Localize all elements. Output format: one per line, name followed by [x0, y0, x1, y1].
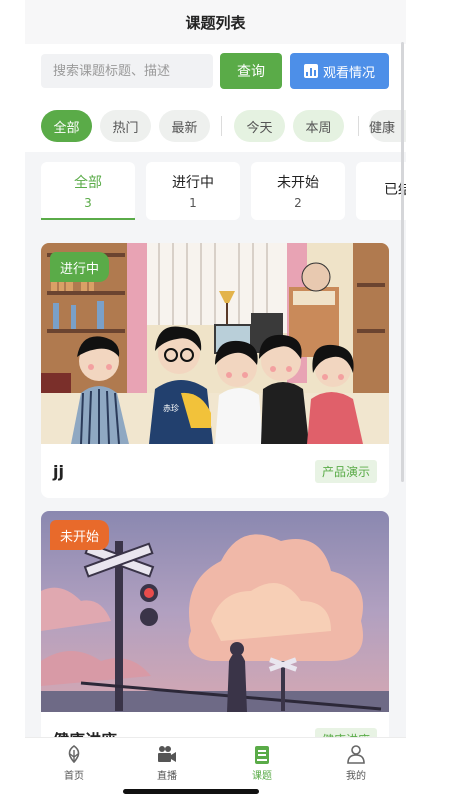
- filter-chip-hot[interactable]: 热门: [100, 110, 151, 142]
- illustration-railway-crossing-sunset: 未开始: [41, 511, 389, 712]
- status-badge: 未开始: [50, 520, 110, 550]
- card-title: jj: [53, 461, 64, 481]
- tab-label: 全部: [74, 175, 102, 191]
- filter-chip-label: 全部: [53, 120, 80, 136]
- tab-mine[interactable]: 我的: [321, 744, 391, 782]
- scrollbar[interactable]: [401, 42, 404, 482]
- filter-chip-label: 热门: [112, 120, 139, 136]
- app-screen: 课题列表 查询 观看情况 全部 热门 最新 今天 本周 健康 全部 3 进行中 …: [25, 0, 406, 800]
- active-tab-underline: [41, 218, 135, 220]
- tab-all[interactable]: 全部 3: [41, 162, 135, 220]
- status-badge: 进行中: [50, 252, 110, 282]
- status-badge-label: 未开始: [60, 529, 100, 545]
- card-footer: jj 产品演示: [41, 444, 389, 498]
- tab-ended[interactable]: 已结束: [356, 162, 406, 220]
- course-card[interactable]: 赤珍 进行中 jj 产品演示: [41, 243, 389, 498]
- tab-not-started[interactable]: 未开始 2: [251, 162, 345, 220]
- tab-count: 3: [84, 196, 92, 210]
- tab-in-progress[interactable]: 进行中 1: [146, 162, 240, 220]
- tab-count: 1: [189, 196, 197, 210]
- tab-label: 课题: [252, 771, 272, 782]
- home-indicator: [123, 789, 259, 794]
- tab-label: 首页: [64, 771, 84, 782]
- jacket-text: 赤珍: [163, 403, 179, 413]
- divider: [221, 116, 222, 136]
- status-badge-label: 进行中: [60, 261, 100, 277]
- filter-chip-all[interactable]: 全部: [41, 110, 92, 142]
- tab-topics[interactable]: 课题: [227, 744, 297, 782]
- query-button[interactable]: 查询: [220, 53, 282, 89]
- tab-label: 未开始: [277, 175, 319, 191]
- filter-chip-label: 健康: [369, 120, 396, 136]
- watch-status-label: 观看情况: [322, 65, 375, 81]
- category-tag: 产品演示: [314, 459, 377, 483]
- user-icon: [347, 745, 365, 764]
- status-tabs: 全部 3 进行中 1 未开始 2 已结束: [25, 162, 406, 222]
- tab-live[interactable]: 直播: [132, 744, 202, 782]
- tab-label: 直播: [157, 771, 177, 782]
- filter-chip-label: 本周: [305, 120, 332, 136]
- watch-status-button[interactable]: 观看情况: [290, 53, 389, 89]
- filter-chip-label: 今天: [246, 120, 273, 136]
- home-icon: [68, 745, 80, 764]
- tab-count: 2: [294, 196, 302, 210]
- filter-chip-week[interactable]: 本周: [293, 110, 344, 142]
- search-bar: 查询 观看情况: [25, 44, 406, 100]
- filter-chip-label: 最新: [171, 120, 198, 136]
- live-camera-icon: [158, 746, 176, 762]
- search-input[interactable]: [41, 54, 213, 88]
- filter-chips: 全部 热门 最新 今天 本周 健康: [25, 100, 406, 152]
- filter-chip-today[interactable]: 今天: [234, 110, 285, 142]
- tab-label: 我的: [346, 771, 366, 782]
- filter-chip-latest[interactable]: 最新: [159, 110, 210, 142]
- query-button-label: 查询: [237, 64, 265, 80]
- course-card[interactable]: 未开始 健康讲座 健康讲座: [41, 511, 389, 766]
- page-title: 课题列表: [185, 13, 246, 32]
- book-icon: [255, 746, 269, 764]
- tab-label: 进行中: [172, 175, 214, 191]
- bar-chart-icon: [303, 64, 318, 78]
- tab-home[interactable]: 首页: [39, 744, 109, 782]
- nav-header: 课题列表: [25, 0, 406, 44]
- divider: [358, 116, 359, 136]
- illustration-friends-in-room: 赤珍 进行中: [41, 243, 389, 444]
